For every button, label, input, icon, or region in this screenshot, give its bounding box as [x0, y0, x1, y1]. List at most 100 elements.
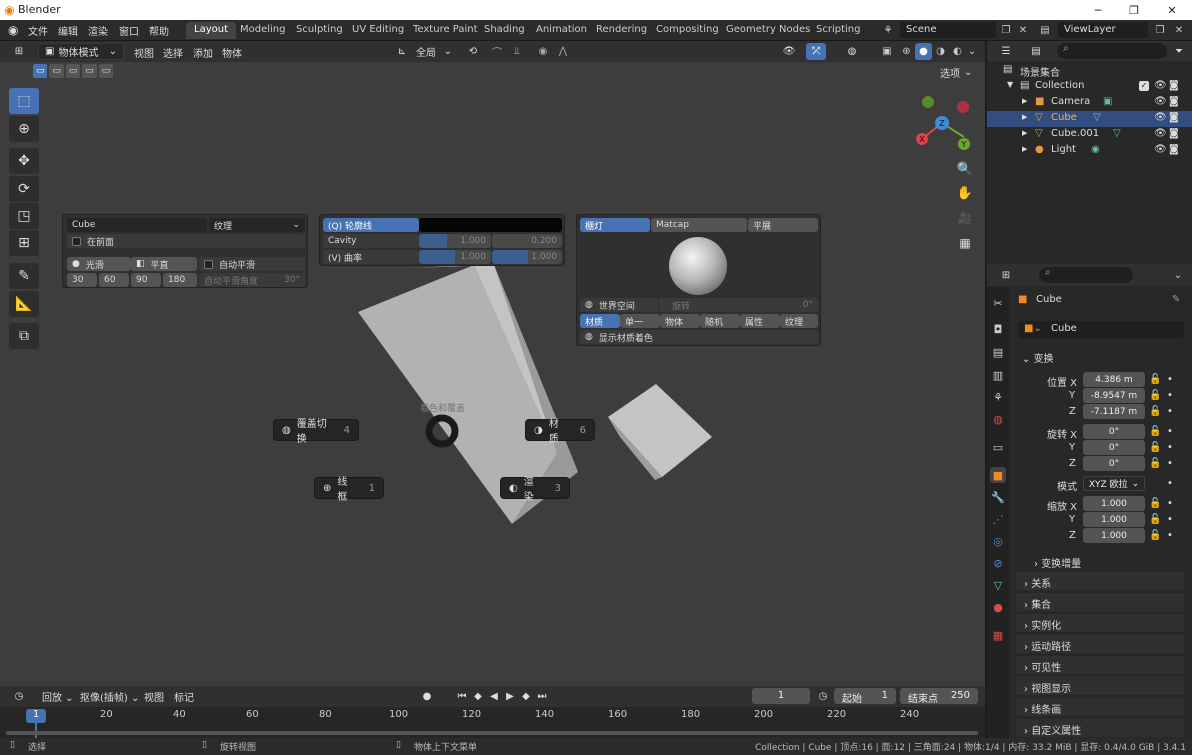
section-relations[interactable]: › 关系 — [1016, 572, 1184, 590]
timeline-scrollbar[interactable] — [6, 731, 978, 735]
timeline-menu-playback[interactable]: 回放 ⌄ — [42, 689, 74, 704]
next-keyframe-icon[interactable]: ◆ — [519, 688, 533, 704]
scale-z-field[interactable]: 1.000 — [1083, 528, 1145, 543]
display-mode-icon[interactable]: ▤ — [1025, 43, 1047, 59]
perspective-toggle-icon[interactable]: ▦ — [955, 233, 975, 253]
lock-icon[interactable]: 🔓 — [1149, 498, 1161, 509]
pie-wireframe[interactable]: ⊕ 线框 1 — [314, 477, 384, 503]
expand-arrow-icon[interactable]: ▼ — [1007, 80, 1013, 89]
shading-solid-icon[interactable]: ● — [915, 43, 932, 60]
eye-icon[interactable]: 👁 — [1154, 96, 1167, 107]
preview-range-icon[interactable]: ◷ — [815, 688, 831, 704]
pie-material[interactable]: ◑ 材质 6 — [525, 419, 595, 445]
object-name-field[interactable]: Cube — [67, 218, 207, 232]
keyframe-dot-icon[interactable]: • — [1167, 406, 1173, 417]
maximize-icon[interactable]: ❐ — [1126, 2, 1142, 18]
menu-window[interactable]: 窗口 — [119, 23, 139, 38]
scene-selector[interactable]: Scene — [900, 22, 996, 38]
camera-render-icon[interactable]: ◙ — [1169, 128, 1179, 139]
smooth-button[interactable]: ● 光滑 — [67, 257, 131, 271]
measure-tool-icon[interactable]: 📐 — [9, 291, 39, 317]
menu-help[interactable]: 帮助 — [149, 23, 169, 38]
pivot-point-icon[interactable]: ⟲ — [463, 44, 483, 59]
zoom-icon[interactable]: 🔍 — [955, 159, 975, 179]
menu-object[interactable]: 物体 — [222, 45, 242, 60]
filter-icon[interactable]: ⏷ — [1169, 43, 1189, 59]
select-invert-icon[interactable]: ▭ — [82, 64, 97, 78]
outliner-item-camera[interactable]: ▶ ■ Camera ▣ 👁 ◙ — [987, 95, 1192, 111]
show-material-color-toggle[interactable]: ◍ 显示材质着色 — [580, 330, 818, 344]
material-tab-icon[interactable]: ● — [990, 599, 1006, 615]
in-front-checkbox[interactable]: 在前面 — [67, 234, 305, 248]
outliner-item-cube[interactable]: ▶ ▽ Cube ▽ 👁 ◙ — [987, 111, 1192, 127]
overlay-toggle-icon[interactable]: ◍ — [842, 43, 862, 60]
render-tab-icon[interactable]: ◘ — [990, 321, 1006, 337]
rotation-mode-dropdown[interactable]: XYZ 欧拉 ⌄ — [1083, 476, 1145, 491]
properties-editor-type-icon[interactable]: ⊞ — [995, 267, 1017, 283]
section-instancing[interactable]: › 实例化 — [1016, 614, 1184, 632]
object-datablock-field[interactable]: ■⌄ Cube — [1018, 321, 1184, 338]
start-frame-field[interactable]: 起始 1 — [834, 688, 896, 705]
remove-scene-icon[interactable]: ✕ — [1016, 22, 1030, 38]
location-z-field[interactable]: -7.1187 m — [1083, 404, 1145, 419]
world-space-toggle[interactable]: ◍ 世界空间 — [580, 298, 658, 312]
section-motion-paths[interactable]: › 运动路径 — [1016, 635, 1184, 653]
in-front-check[interactable] — [72, 236, 81, 246]
transform-orientation-selector[interactable]: 全局 ⌄ — [410, 43, 458, 60]
lock-icon[interactable]: 🔓 — [1149, 390, 1161, 401]
play-reverse-icon[interactable]: ◀ — [487, 688, 501, 704]
keyframe-dot-icon[interactable]: • — [1167, 426, 1173, 437]
data-tab-icon[interactable]: ▽ — [990, 577, 1006, 593]
camera-render-icon[interactable]: ◙ — [1169, 80, 1179, 91]
flat-button[interactable]: ◧ 平直 — [131, 257, 197, 271]
color-tab-texture[interactable]: 纹理 — [780, 314, 818, 328]
jump-end-icon[interactable]: ⏭ — [535, 688, 549, 704]
tab-layout[interactable]: Layout — [186, 22, 236, 39]
expand-arrow-icon[interactable]: ▶ — [1022, 97, 1027, 105]
shading-wireframe-icon[interactable]: ⊕ — [898, 43, 915, 60]
xray-toggle-icon[interactable]: ▣ — [878, 43, 896, 60]
keyframe-dot-icon[interactable]: • — [1167, 390, 1173, 401]
select-subtract-icon[interactable]: ▭ — [65, 64, 81, 78]
rotation-z-field[interactable]: 0° — [1083, 456, 1145, 471]
pie-overlay-toggle[interactable]: ◍ 覆盖切换 4 — [273, 419, 359, 445]
mode-selector[interactable]: ▣ 物体模式 ⌄ — [38, 43, 124, 60]
pie-rendered[interactable]: ◐ 渲染 3 — [500, 477, 570, 503]
auto-smooth-check[interactable] — [204, 259, 213, 269]
outliner-item-light[interactable]: ▶ ● Light ◉ 👁 ◙ — [987, 143, 1192, 159]
rotation-y-field[interactable]: 0° — [1083, 440, 1145, 455]
chevron-down-icon[interactable]: ⌄ — [1171, 267, 1185, 283]
location-x-field[interactable]: 4.386 m — [1083, 372, 1145, 387]
timeline-editor-type-icon[interactable]: ◷ — [8, 688, 30, 704]
light-data-icon[interactable]: ◉ — [1091, 144, 1100, 155]
new-scene-icon[interactable]: ❐ — [998, 22, 1014, 38]
mesh-data-icon[interactable]: ▽ — [1093, 112, 1101, 123]
tab-uv-editing[interactable]: UV Editing — [344, 22, 412, 39]
eye-icon[interactable]: 👁 — [1154, 112, 1167, 123]
lock-icon[interactable]: 🔓 — [1149, 530, 1161, 541]
annotate-tool-icon[interactable]: ✎ — [9, 263, 39, 289]
current-frame-field[interactable]: 1 — [752, 688, 810, 704]
transform-orientation-icon[interactable]: ⊾ — [395, 44, 409, 59]
cavity-ridge-field[interactable]: 1.000 — [419, 234, 491, 248]
timeline-menu-marker[interactable]: 标记 — [174, 689, 194, 704]
location-y-field[interactable]: -8.9547 m — [1083, 388, 1145, 403]
navigation-gizmo[interactable]: Z Y X — [912, 93, 974, 155]
timeline-menu-view[interactable]: 视图 — [144, 689, 164, 704]
angle-180-button[interactable]: 180 — [163, 273, 197, 287]
timeline-ruler[interactable]: 1 20 40 60 80 100 120 140 160 180 200 22… — [0, 707, 985, 738]
camera-render-icon[interactable]: ◙ — [1169, 96, 1179, 107]
falloff-icon[interactable]: ⋀ — [552, 44, 574, 59]
shading-material-icon[interactable]: ◑ — [932, 43, 949, 60]
camera-render-icon[interactable]: ◙ — [1169, 112, 1179, 123]
expand-arrow-icon[interactable]: ▶ — [1022, 113, 1027, 121]
lock-icon[interactable]: 🔓 — [1149, 442, 1161, 453]
curvature-valley-field[interactable]: 1.000 — [492, 250, 562, 264]
play-icon[interactable]: ▶ — [503, 688, 517, 704]
minimize-icon[interactable]: ─ — [1090, 2, 1106, 18]
color-tab-material[interactable]: 材质 — [580, 314, 620, 328]
lighting-tab-studio[interactable]: 棚灯 — [580, 218, 650, 232]
outliner-editor-type-icon[interactable]: ☰ — [995, 43, 1017, 59]
color-tab-random[interactable]: 随机 — [700, 314, 740, 328]
shading-options-chevron-icon[interactable]: ⌄ — [966, 43, 978, 60]
